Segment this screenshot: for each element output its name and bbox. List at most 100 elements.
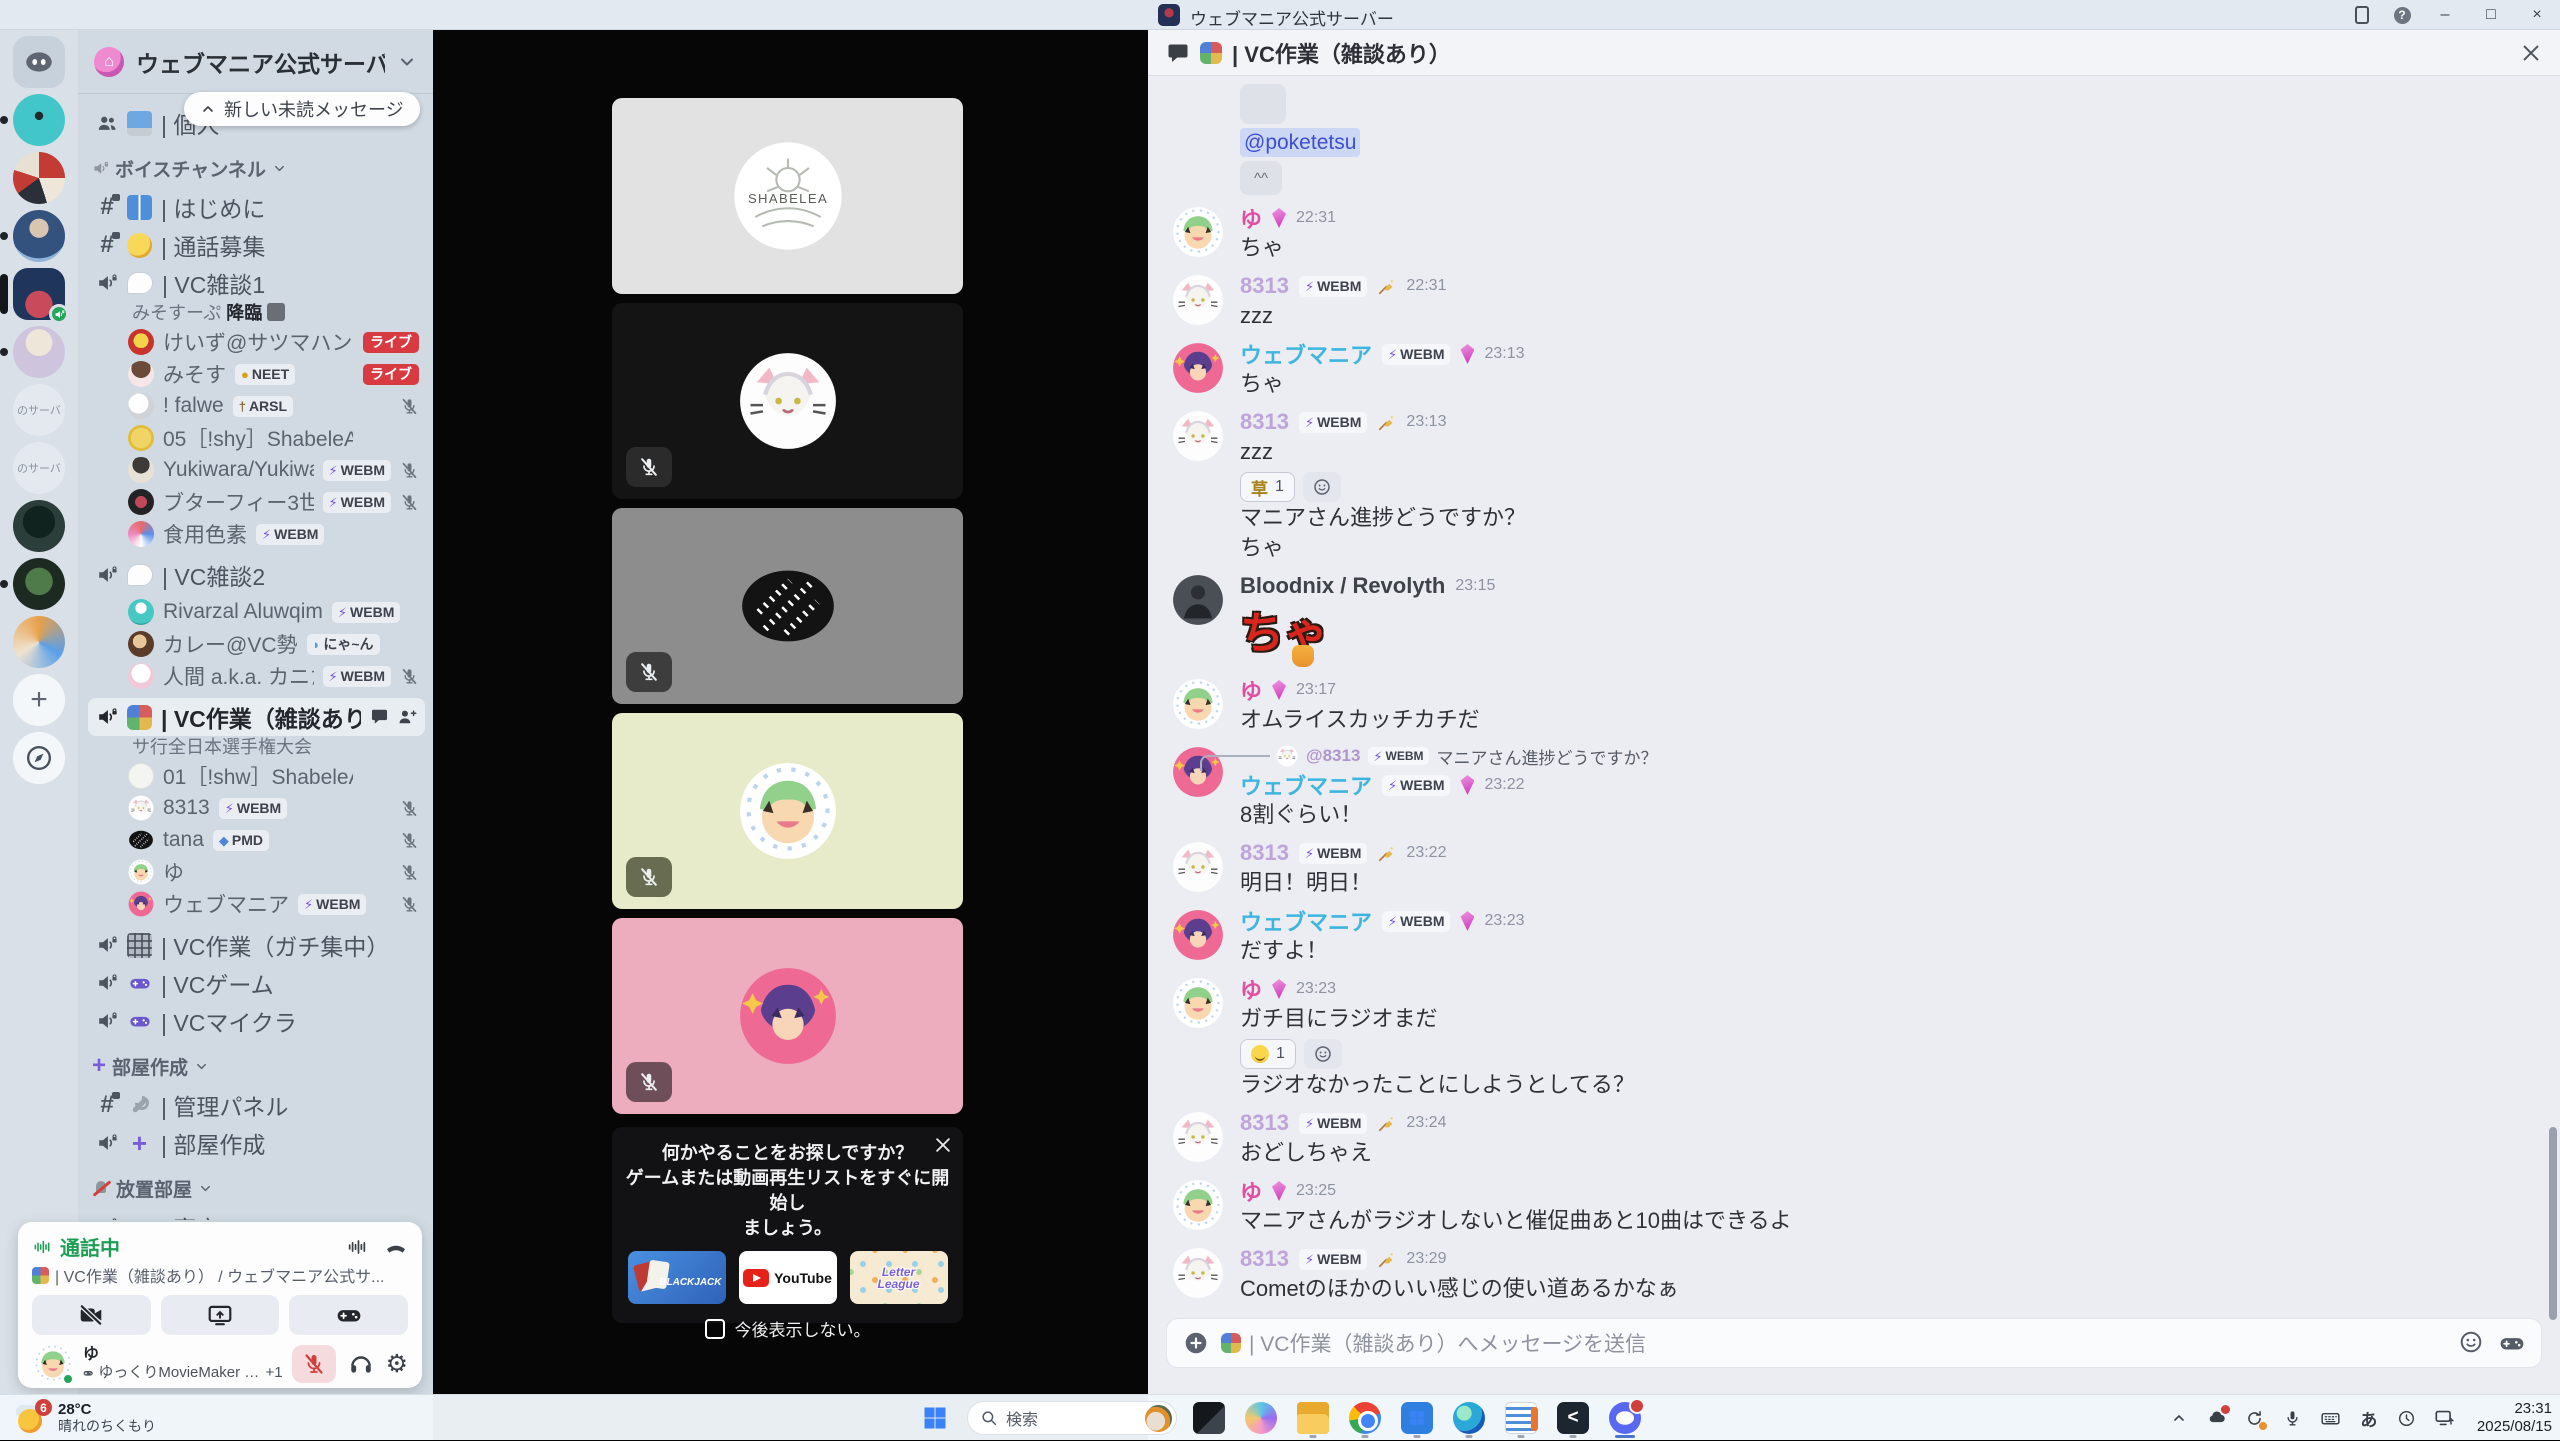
popup-close-icon[interactable]: [933, 1135, 953, 1155]
channel-VC雑談2[interactable]: | VC雑談2: [88, 556, 425, 594]
ime-mode-indicator[interactable]: あ: [2357, 1404, 2381, 1432]
custom-emoji-box[interactable]: [1240, 84, 1286, 124]
voice-member-Rivarzal Aluwqim[interactable]: Rivarzal Aluwqim⚡WEBM: [88, 596, 425, 628]
rail-server-shades[interactable]: [13, 500, 65, 552]
add-reaction-button[interactable]: [1303, 472, 1341, 502]
activity-card-Letter League[interactable]: LetterLeague: [850, 1251, 948, 1304]
activity-button[interactable]: [289, 1295, 408, 1335]
taskbar-app-microsoft-store[interactable]: [1397, 1398, 1437, 1438]
reaction-grin-face[interactable]: 1: [1240, 1039, 1296, 1069]
message-author[interactable]: 8313: [1240, 840, 1289, 866]
voice-member-食用色素[interactable]: 食用色素⚡WEBM: [88, 518, 425, 550]
activity-card-BLACKJACK[interactable]: BLACKJACK: [628, 1251, 726, 1304]
message-author[interactable]: 8313: [1240, 1110, 1289, 1136]
tile-tana[interactable]: [612, 508, 963, 704]
voice-member-みそす[interactable]: みそす●NEETライブ: [88, 358, 425, 390]
custom-emoji-box[interactable]: ^^: [1240, 161, 1282, 195]
category-ボイスチャンネル[interactable]: ボイスチャンネル: [88, 148, 425, 188]
message-avatar-catgirl[interactable]: [1172, 1111, 1224, 1163]
voice-member-8313[interactable]: 8313⚡WEBM: [88, 792, 425, 824]
voice-member-Yukiwara/Yukiwara[interactable]: Yukiwara/Yukiwara⚡WEBM: [88, 454, 425, 486]
chat-close-icon[interactable]: [2520, 42, 2542, 64]
channel-VCマイクラ[interactable]: | VCマイクラ: [88, 1002, 425, 1040]
channel-管理パネル[interactable]: #| 管理パネル: [88, 1086, 425, 1124]
message-author[interactable]: 8313: [1240, 409, 1289, 435]
tray-touch-keyboard-icon[interactable]: [2319, 1404, 2343, 1432]
message-author[interactable]: ウェブマニア: [1240, 338, 1372, 370]
screenshare-button[interactable]: [161, 1295, 280, 1335]
mic-mute-button[interactable]: [292, 1345, 336, 1383]
channel-VC雑談1[interactable]: | VC雑談1: [88, 264, 425, 302]
noise-suppression-icon[interactable]: [346, 1236, 368, 1258]
taskbar-app-chrome[interactable]: [1345, 1398, 1385, 1438]
message-avatar-mania[interactable]: [1172, 909, 1224, 961]
message-avatar-mania[interactable]: [1172, 746, 1224, 798]
close-button[interactable]: ×: [2514, 0, 2560, 30]
tray-show-hidden-icons[interactable]: [2167, 1404, 2191, 1432]
rail-explore-servers[interactable]: [13, 732, 65, 784]
message-author[interactable]: ゆ: [1240, 202, 1262, 234]
voice-member-ブターフィー3世[interactable]: ブターフィー3世⚡WEBM: [88, 486, 425, 518]
message-avatar-yu[interactable]: [1172, 206, 1224, 258]
reply-context[interactable]: @8313 ⚡WEBM マニアさん進捗どうですか？: [1240, 743, 2536, 769]
weather-widget[interactable]: 6 28°C 晴れのちくもり: [10, 1398, 162, 1438]
rail-server-suit[interactable]: [13, 210, 65, 262]
user-avatar[interactable]: [32, 1343, 74, 1385]
tray-security-icon[interactable]: [2205, 1404, 2229, 1432]
disconnect-call-button[interactable]: [384, 1235, 408, 1259]
rail-server-teal[interactable]: [13, 94, 65, 146]
message-avatar-blood[interactable]: [1172, 574, 1224, 626]
tray-mic-icon[interactable]: [2281, 1404, 2305, 1432]
message-avatar-yu[interactable]: [1172, 977, 1224, 1029]
tile-webmania[interactable]: [612, 918, 963, 1114]
rail-server-bright[interactable]: [13, 616, 65, 668]
taskbar-app-edge[interactable]: [1449, 1398, 1489, 1438]
voice-member-tana[interactable]: tana◆PMD: [88, 824, 425, 856]
reaction-草[interactable]: 草1: [1240, 472, 1295, 502]
message-avatar-yu[interactable]: [1172, 1179, 1224, 1231]
taskbar-app-explorer[interactable]: [1293, 1398, 1333, 1438]
tray-sync-icon[interactable]: [2243, 1404, 2267, 1432]
message-author[interactable]: ゆ: [1240, 1311, 1262, 1312]
minimize-button[interactable]: –: [2422, 0, 2468, 30]
message-author[interactable]: ゆ: [1240, 1175, 1262, 1207]
checkbox[interactable]: [705, 1319, 725, 1339]
taskbar-app-discord[interactable]: [1605, 1398, 1645, 1438]
message-author[interactable]: ゆ: [1240, 674, 1262, 706]
voice-member-けいず@サツマハン[interactable]: けいず@サツマハンライブ: [88, 326, 425, 358]
message-author[interactable]: 8313: [1240, 1246, 1289, 1272]
message-input[interactable]: | VC作業（雑談あり）へメッセージを送信: [1166, 1318, 2542, 1368]
rail-server-initials-2[interactable]: のサーバ: [13, 442, 65, 494]
voice-member-ゆ[interactable]: ゆ: [88, 856, 425, 888]
taskbar-app-notes app[interactable]: [1501, 1398, 1541, 1438]
rail-discord-home[interactable]: [13, 36, 65, 88]
message-avatar-mania[interactable]: [1172, 342, 1224, 394]
help-button[interactable]: ?: [2382, 0, 2422, 30]
rail-server-initials-1[interactable]: のサーバ: [13, 384, 65, 436]
message-avatar-yu[interactable]: [1172, 678, 1224, 730]
message-avatar-catgirl[interactable]: [1172, 410, 1224, 462]
tile-shabelea[interactable]: [612, 98, 963, 294]
maximize-button[interactable]: □: [2468, 0, 2514, 30]
voice-member-ウェブマニア[interactable]: ウェブマニア⚡WEBM: [88, 888, 425, 920]
taskbar-clock[interactable]: 23:31 2025/08/15: [2471, 1400, 2552, 1436]
voice-member-! falwe[interactable]: ! falwe†ARSL: [88, 390, 425, 422]
channel-VC作業（雑談あり）[interactable]: | VC作業（雑談あり）: [88, 698, 425, 736]
attach-plus-icon[interactable]: [1183, 1330, 1209, 1356]
activity-card-YouTube[interactable]: YouTube: [739, 1251, 837, 1304]
rail-server-girl[interactable]: [13, 326, 65, 378]
channel-VC作業（ガチ集中）[interactable]: | VC作業（ガチ集中）: [88, 926, 425, 964]
voice-member-カレー@VC勢[interactable]: カレー@VC勢◗にゃ~ん: [88, 628, 425, 660]
tile-8313[interactable]: [612, 303, 963, 499]
message-author[interactable]: Bloodnix / Revolyth: [1240, 573, 1445, 599]
start-button[interactable]: [915, 1398, 955, 1438]
message-avatar-catgirl[interactable]: [1172, 274, 1224, 326]
rail-server-collage[interactable]: [13, 152, 65, 204]
new-unread-pill[interactable]: 新しい未読メッセージ: [184, 92, 420, 126]
taskbar-search[interactable]: 検索: [967, 1401, 1177, 1435]
chat-scrollbar[interactable]: [2549, 1127, 2557, 1320]
message-author[interactable]: ウェブマニア: [1240, 769, 1372, 801]
rail-server-webmania[interactable]: [13, 268, 65, 320]
user-mention[interactable]: @poketetsu: [1240, 128, 1360, 157]
voice-member-01［!shw］ShabeleA[interactable]: 01［!shw］ShabeleA: [88, 760, 425, 792]
